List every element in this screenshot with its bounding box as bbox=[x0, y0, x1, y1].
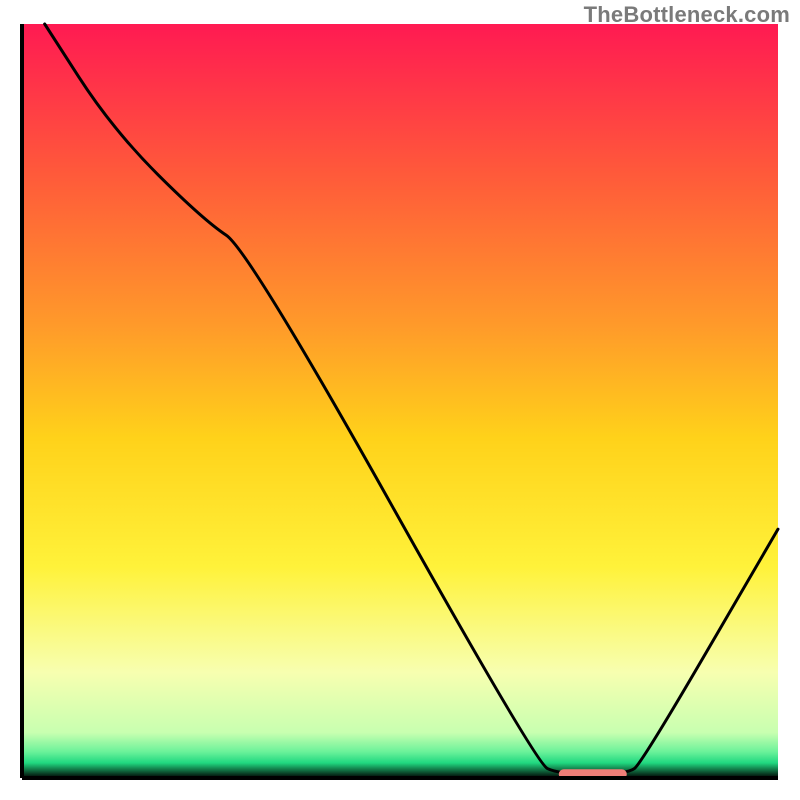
chart-svg bbox=[0, 0, 800, 800]
plot-background bbox=[22, 24, 778, 778]
chart-canvas: TheBottleneck.com bbox=[0, 0, 800, 800]
watermark-label: TheBottleneck.com bbox=[584, 2, 790, 28]
